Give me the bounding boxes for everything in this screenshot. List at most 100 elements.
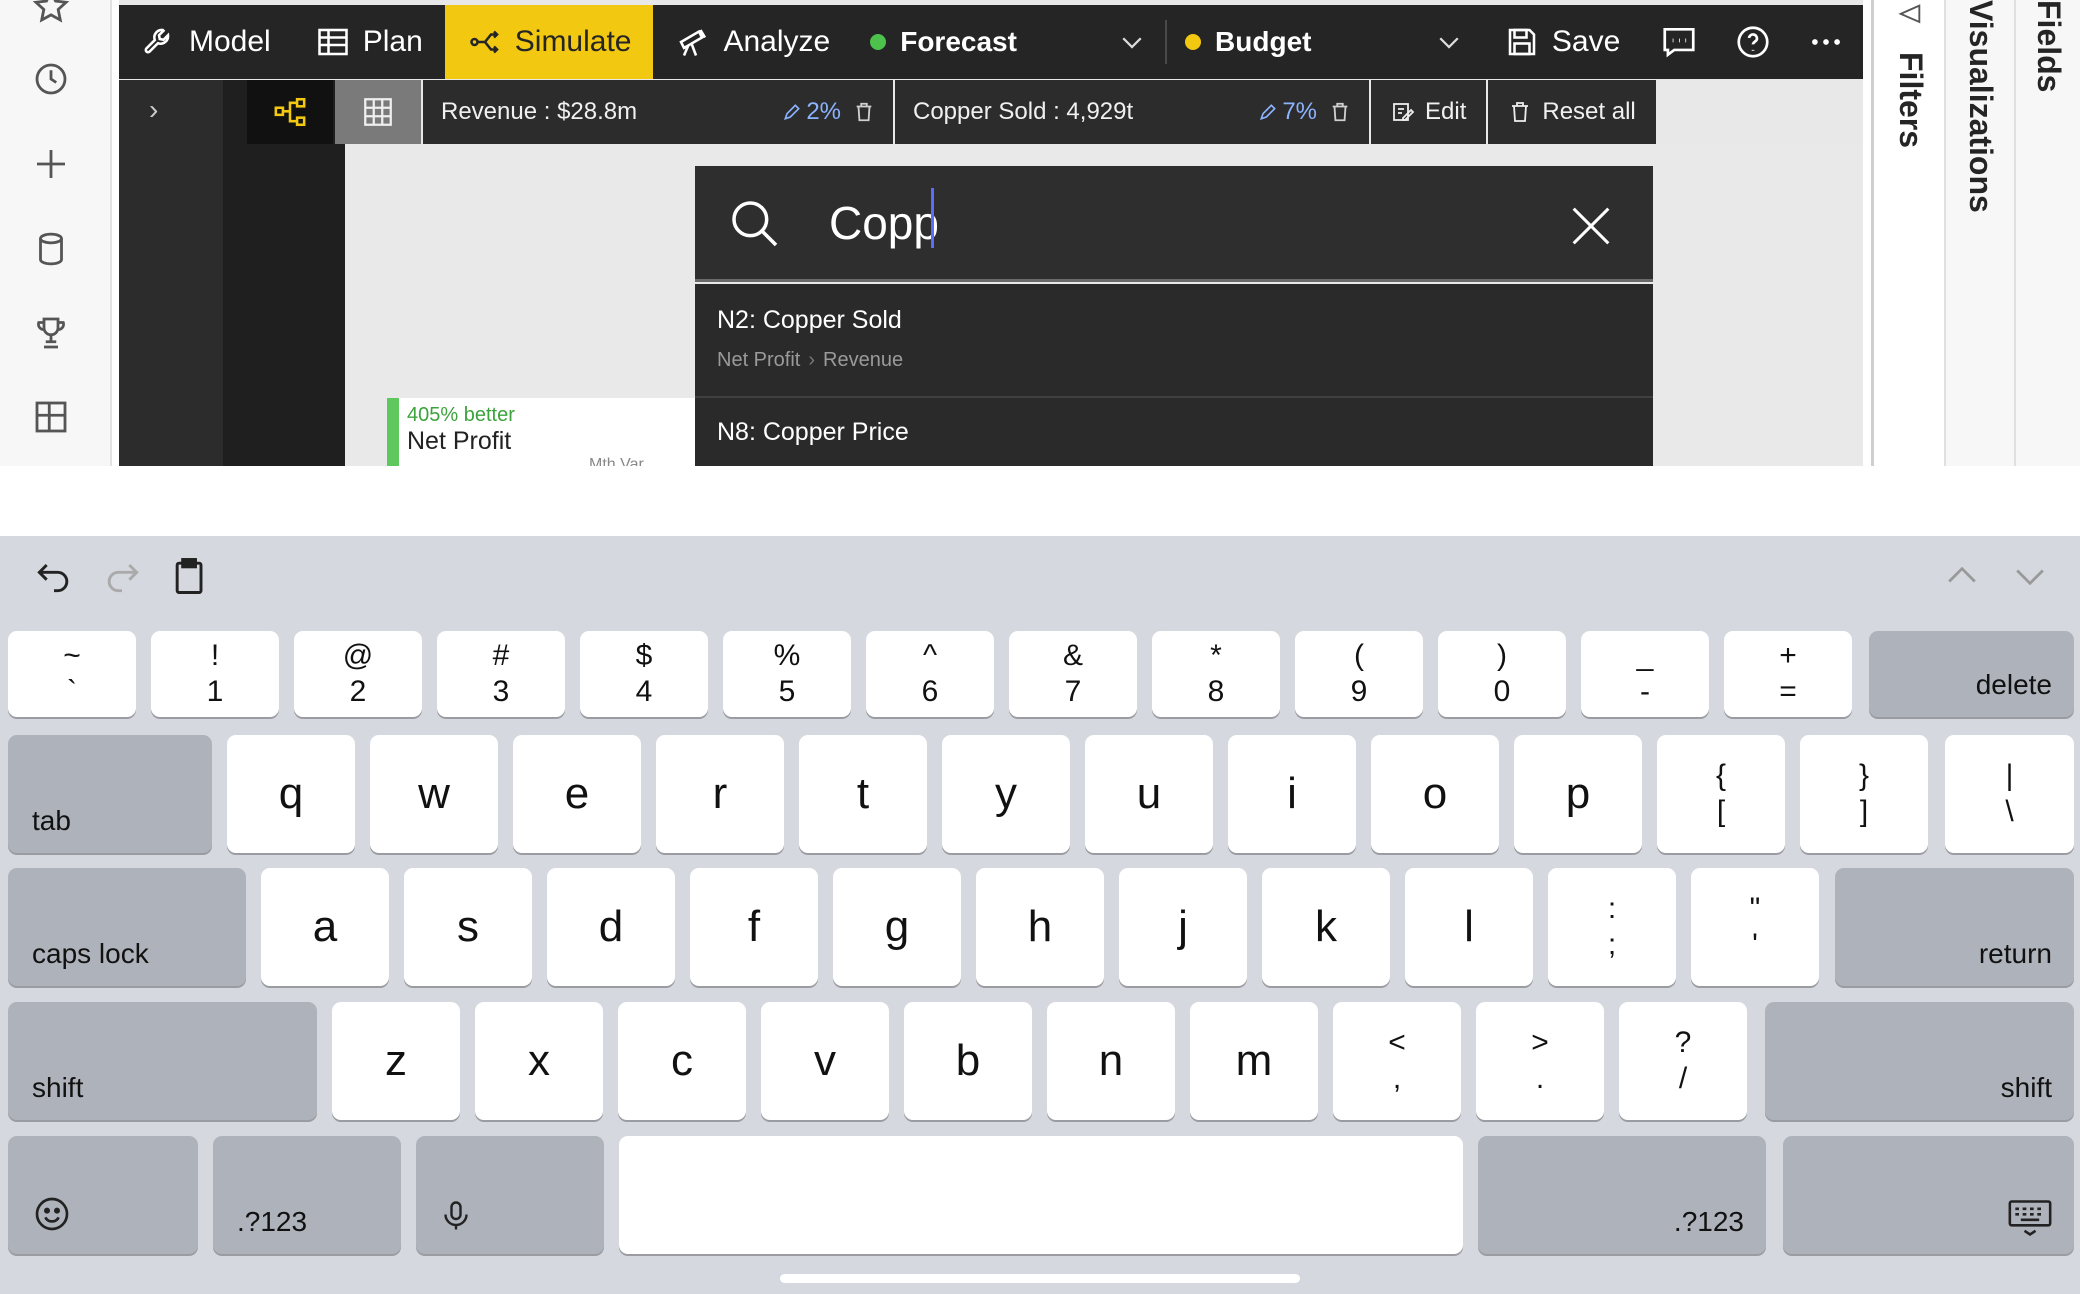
key-u[interactable]: u: [1085, 735, 1213, 853]
key-bracket-right[interactable]: }]: [1800, 735, 1928, 853]
key-f[interactable]: f: [690, 868, 818, 986]
paste-icon[interactable]: [168, 554, 212, 598]
simulate-button[interactable]: Simulate: [444, 5, 654, 79]
key-e[interactable]: e: [513, 735, 641, 853]
tree-view-button[interactable]: [247, 80, 333, 144]
collapse-arrow-icon[interactable]: [1896, 0, 1924, 30]
search-input[interactable]: [829, 188, 1529, 258]
copper-sold-chip[interactable]: Copper Sold : 4,929t 7%: [895, 80, 1369, 144]
key-j[interactable]: j: [1119, 868, 1247, 986]
revenue-chip-change[interactable]: 2%: [782, 98, 841, 126]
key-y[interactable]: y: [942, 735, 1070, 853]
key-semicolon[interactable]: :;: [1548, 868, 1676, 986]
key-3[interactable]: #3: [437, 631, 565, 717]
search-result-item[interactable]: N8: Copper Price: [695, 418, 1653, 447]
dictation-key[interactable]: [416, 1136, 604, 1254]
forecast-selector[interactable]: Forecast: [852, 5, 1165, 79]
key-5[interactable]: % 5: [723, 631, 851, 717]
redo-icon[interactable]: [100, 554, 144, 598]
save-button[interactable]: Save: [1482, 5, 1642, 79]
fields-pane[interactable]: Fields: [2014, 0, 2080, 466]
emoji-key[interactable]: [8, 1136, 198, 1254]
key-slash[interactable]: ? /: [1619, 1002, 1747, 1120]
key-k[interactable]: k: [1262, 868, 1390, 986]
close-icon[interactable]: [1565, 200, 1617, 252]
trophy-icon[interactable]: [30, 312, 72, 354]
delete-key[interactable]: delete: [1869, 631, 2074, 717]
key-p[interactable]: p: [1514, 735, 1642, 853]
key-6[interactable]: ^ 6: [866, 631, 994, 717]
key-1[interactable]: ! 1: [151, 631, 279, 717]
edit-button[interactable]: Edit: [1371, 80, 1487, 144]
key-bracket-left[interactable]: {[: [1657, 735, 1785, 853]
key-2[interactable]: @2: [294, 631, 422, 717]
numbers-key-left[interactable]: .?123: [213, 1136, 401, 1254]
key-z[interactable]: z: [332, 1002, 460, 1120]
undo-icon[interactable]: [32, 554, 76, 598]
revenue-chip[interactable]: Revenue : $28.8m 2%: [423, 80, 893, 144]
help-button[interactable]: [1716, 5, 1790, 79]
search-result-item[interactable]: N2: Copper Sold Net Profit › Revenue: [695, 306, 1653, 372]
key-g[interactable]: g: [833, 868, 961, 986]
key-r[interactable]: r: [656, 735, 784, 853]
key-m[interactable]: m: [1190, 1002, 1318, 1120]
key-t[interactable]: t: [799, 735, 927, 853]
net-profit-kpi-card[interactable]: 405% better Net Profit Mth Var: [387, 398, 707, 466]
key-9[interactable]: (9: [1295, 631, 1423, 717]
key-period[interactable]: >.: [1476, 1002, 1604, 1120]
key-8[interactable]: * 8: [1152, 631, 1280, 717]
left-shift-key[interactable]: shift: [8, 1002, 317, 1120]
budget-selector[interactable]: Budget: [1167, 5, 1482, 79]
trash-icon[interactable]: [853, 101, 875, 123]
tab-key[interactable]: tab: [8, 735, 212, 853]
key-x[interactable]: x: [475, 1002, 603, 1120]
key-minus[interactable]: _ -: [1581, 631, 1709, 717]
model-button[interactable]: Model: [119, 5, 293, 79]
chevron-up-icon[interactable]: [1940, 554, 1984, 598]
key-quote[interactable]: " ': [1691, 868, 1819, 986]
expand-chevron-icon[interactable]: ›: [149, 94, 158, 126]
copper-chip-change[interactable]: 7%: [1258, 98, 1317, 126]
key-backtick[interactable]: ~ `: [8, 631, 136, 717]
hide-keyboard-key[interactable]: [1783, 1136, 2074, 1254]
key-backslash[interactable]: | \: [1945, 735, 2074, 853]
key-v[interactable]: v: [761, 1002, 889, 1120]
clock-icon[interactable]: [30, 58, 72, 100]
numbers-key-right[interactable]: .?123: [1478, 1136, 1766, 1254]
caps-lock-key[interactable]: caps lock: [8, 868, 246, 986]
star-icon[interactable]: [30, 0, 72, 28]
key-b[interactable]: b: [904, 1002, 1032, 1120]
key-7[interactable]: & 7: [1009, 631, 1137, 717]
key-o[interactable]: o: [1371, 735, 1499, 853]
filters-pane[interactable]: Filters: [1871, 0, 1944, 466]
key-s[interactable]: s: [404, 868, 532, 986]
key-equals[interactable]: + =: [1724, 631, 1852, 717]
reset-all-button[interactable]: Reset all: [1488, 80, 1656, 144]
key-h[interactable]: h: [976, 868, 1104, 986]
key-n[interactable]: n: [1047, 1002, 1175, 1120]
key-q[interactable]: q: [227, 735, 355, 853]
database-icon[interactable]: [30, 228, 72, 270]
key-4[interactable]: $4: [580, 631, 708, 717]
chevron-down-icon[interactable]: [2008, 554, 2052, 598]
key-w[interactable]: w: [370, 735, 498, 853]
key-i[interactable]: i: [1228, 735, 1356, 853]
visualizations-pane[interactable]: Visualizations: [1944, 0, 2014, 466]
comment-button[interactable]: [1642, 5, 1716, 79]
right-shift-key[interactable]: shift: [1765, 1002, 2074, 1120]
layout-icon[interactable]: [30, 396, 72, 438]
plan-button[interactable]: Plan: [293, 5, 445, 79]
analyze-button[interactable]: Analyze: [653, 5, 852, 79]
key-0[interactable]: ) 0: [1438, 631, 1566, 717]
grid-view-button[interactable]: [335, 80, 421, 144]
return-key[interactable]: return: [1835, 868, 2074, 986]
key-d[interactable]: d: [547, 868, 675, 986]
key-l[interactable]: l: [1405, 868, 1533, 986]
key-c[interactable]: c: [618, 1002, 746, 1120]
key-comma[interactable]: <,: [1333, 1002, 1461, 1120]
trash-icon[interactable]: [1329, 101, 1351, 123]
plus-icon[interactable]: [30, 143, 72, 185]
key-a[interactable]: a: [261, 868, 389, 986]
space-bar[interactable]: [619, 1136, 1463, 1254]
more-button[interactable]: [1789, 5, 1863, 79]
